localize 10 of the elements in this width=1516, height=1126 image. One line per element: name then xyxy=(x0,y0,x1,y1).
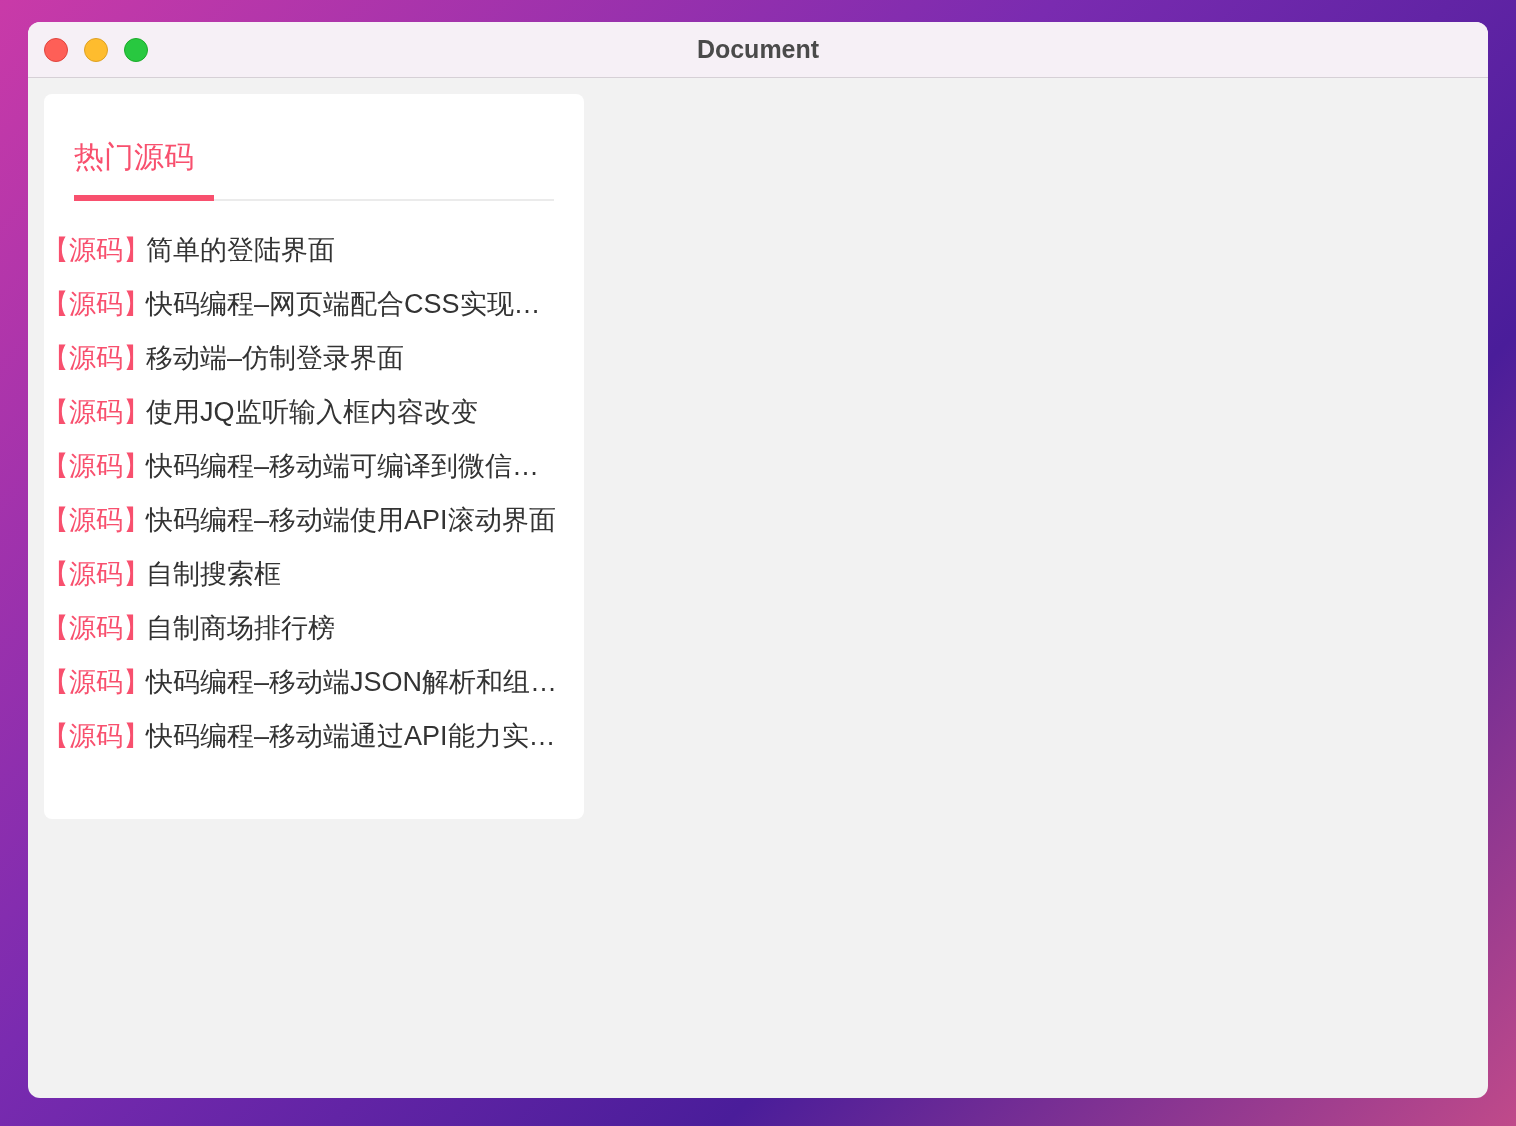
list-item-link[interactable]: 快码编程–移动端使用API滚动界面 xyxy=(146,499,556,541)
list-item-link[interactable]: 使用JQ监听输入框内容改变 xyxy=(146,391,478,433)
list-item-link[interactable]: 快码编程–网页端配合CSS实现… xyxy=(146,283,541,325)
zoom-icon[interactable] xyxy=(124,37,148,62)
list-item-link[interactable]: 快码编程–移动端JSON解析和组… xyxy=(146,661,558,703)
window-title: Document xyxy=(696,34,820,63)
list-item-link[interactable]: 快码编程–移动端通过API能力实… xyxy=(146,715,556,757)
list-item-link[interactable]: 快码编程–移动端可编译到微信… xyxy=(146,445,540,487)
close-icon[interactable] xyxy=(44,37,68,62)
minimize-icon[interactable] xyxy=(84,37,108,62)
